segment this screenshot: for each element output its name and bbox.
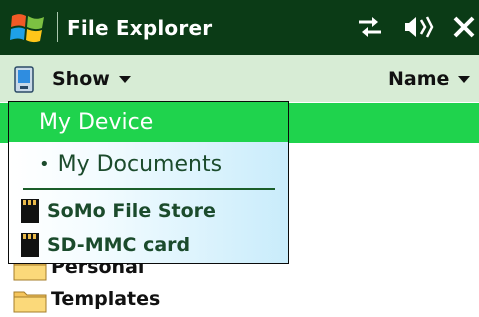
menu-item-label: My Documents: [57, 151, 223, 177]
menu-item-sd-mmc-card[interactable]: SD-MMC card: [9, 228, 288, 262]
menu-item-label: SD-MMC card: [47, 234, 191, 256]
sort-label: Name: [388, 68, 450, 90]
windows-logo[interactable]: [8, 8, 48, 48]
volume-icon[interactable]: [404, 14, 434, 40]
menu-item-label: SoMo File Store: [47, 200, 216, 222]
menu-item-label: My Device: [39, 109, 154, 135]
title-bar: File Explorer: [0, 0, 479, 55]
chevron-down-icon: [118, 75, 131, 83]
menu-item-my-device[interactable]: My Device: [9, 102, 288, 142]
connectivity-icon[interactable]: [356, 14, 384, 40]
sort-button[interactable]: Name: [388, 63, 471, 95]
chevron-down-icon: [458, 75, 471, 83]
close-icon[interactable]: [452, 14, 476, 40]
folder-icon: [13, 291, 47, 313]
title-separator: [57, 12, 58, 42]
command-bar: Show Name: [0, 55, 479, 102]
show-label: Show: [52, 68, 110, 90]
show-dropdown-menu: My Device • My Documents SoMo File Store…: [8, 101, 289, 264]
app-title: File Explorer: [67, 16, 213, 40]
menu-divider: [23, 188, 275, 190]
storage-card-icon: [21, 199, 39, 223]
menu-item-my-documents[interactable]: • My Documents: [9, 144, 288, 184]
list-item-label: Templates: [51, 288, 161, 310]
storage-card-icon: [21, 233, 39, 257]
list-item[interactable]: Templates: [0, 284, 479, 316]
menu-item-somo-file-store[interactable]: SoMo File Store: [9, 194, 288, 228]
device-icon: [14, 66, 34, 93]
bullet-icon: •: [39, 153, 50, 175]
show-menu-button[interactable]: Show: [40, 63, 145, 95]
